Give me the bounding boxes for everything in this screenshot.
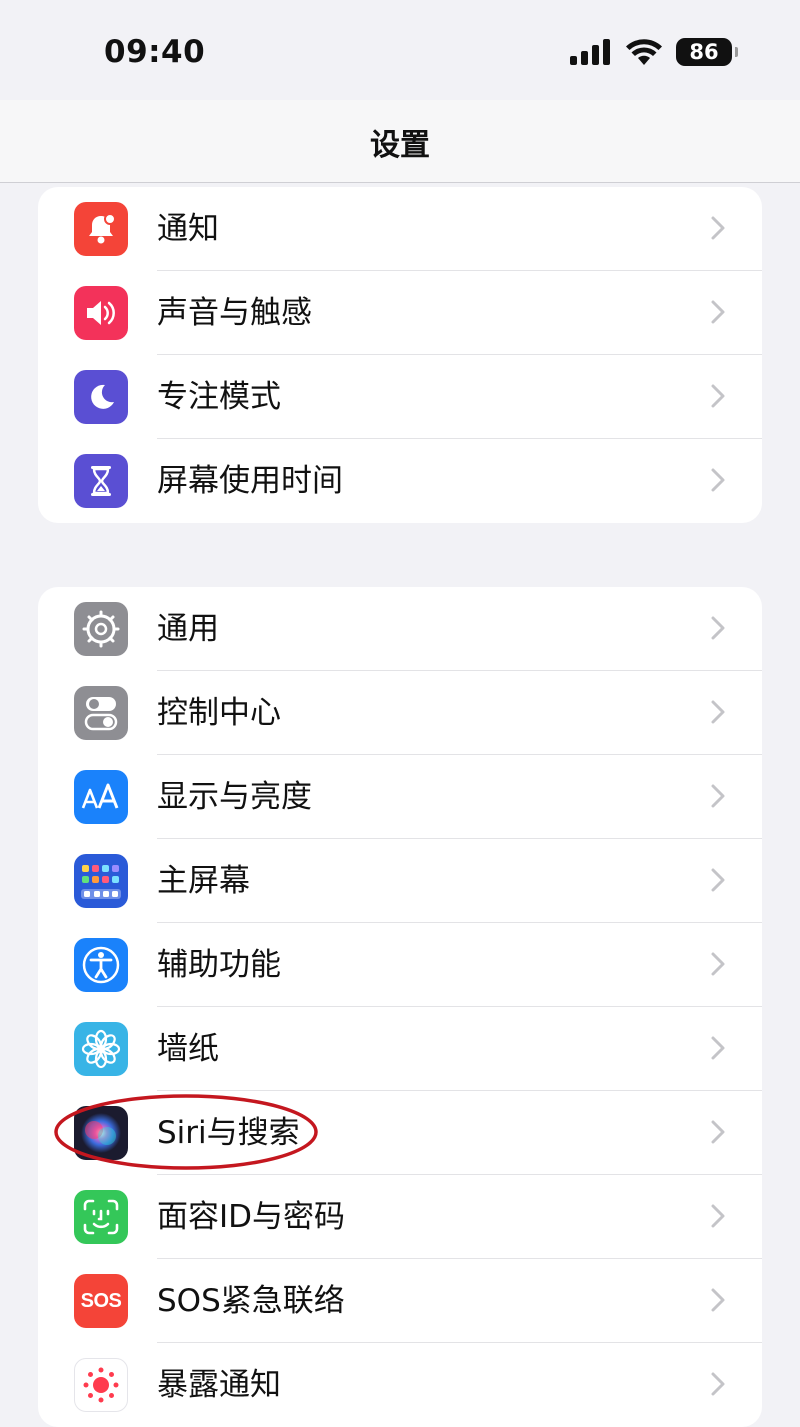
settings-row-wallpaper[interactable]: 墙纸 — [38, 1007, 762, 1091]
settings-row-label: Siri与搜索 — [157, 1115, 300, 1151]
settings-row-siri[interactable]: Siri与搜索 — [38, 1091, 762, 1175]
settings-row-label: SOS紧急联络 — [157, 1283, 345, 1319]
chevron-right-icon — [711, 300, 725, 324]
face-id-icon — [74, 1190, 128, 1244]
settings-row-label: 辅助功能 — [157, 947, 281, 983]
accessibility-icon — [74, 938, 128, 992]
chevron-right-icon — [711, 616, 725, 640]
wallpaper-flower-icon — [74, 1022, 128, 1076]
chevron-right-icon — [711, 1036, 725, 1060]
chevron-right-icon — [711, 1204, 725, 1228]
chevron-right-icon — [711, 700, 725, 724]
settings-row-label: 通知 — [157, 211, 219, 247]
text-size-icon — [74, 770, 128, 824]
settings-row-label: 屏幕使用时间 — [157, 463, 343, 499]
status-time: 09:40 — [104, 34, 206, 70]
settings-row-emergency-sos[interactable]: SOS SOS紧急联络 — [38, 1259, 762, 1343]
settings-row-display[interactable]: 显示与亮度 — [38, 755, 762, 839]
settings-row-label: 显示与亮度 — [157, 779, 312, 815]
hourglass-icon — [74, 454, 128, 508]
battery-level: 86 — [689, 40, 719, 64]
chevron-right-icon — [711, 1120, 725, 1144]
settings-row-label: 主屏幕 — [157, 863, 250, 899]
chevron-right-icon — [711, 468, 725, 492]
toggles-icon — [74, 686, 128, 740]
moon-icon — [74, 370, 128, 424]
settings-row-label: 声音与触感 — [157, 295, 312, 331]
settings-row-focus[interactable]: 专注模式 — [38, 355, 762, 439]
settings-group-1: 通知 声音与触感 专注模式 屏幕使用时间 — [38, 187, 762, 523]
settings-row-label: 控制中心 — [157, 695, 281, 731]
exposure-icon — [74, 1358, 128, 1412]
cellular-signal-icon — [570, 39, 610, 65]
settings-row-label: 暴露通知 — [157, 1367, 281, 1403]
sound-icon — [74, 286, 128, 340]
settings-row-label: 面容ID与密码 — [157, 1199, 346, 1235]
settings-row-home-screen[interactable]: 主屏幕 — [38, 839, 762, 923]
gear-icon — [74, 602, 128, 656]
chevron-right-icon — [711, 1372, 725, 1396]
settings-row-label: 墙纸 — [157, 1031, 219, 1067]
home-screen-icon — [74, 854, 128, 908]
settings-row-label: 专注模式 — [157, 379, 281, 415]
settings-row-accessibility[interactable]: 辅助功能 — [38, 923, 762, 1007]
navigation-bar: 设置 — [0, 100, 800, 183]
chevron-right-icon — [711, 1288, 725, 1312]
settings-row-exposure[interactable]: 暴露通知 — [38, 1343, 762, 1427]
sos-icon: SOS — [74, 1274, 128, 1328]
chevron-right-icon — [711, 216, 725, 240]
settings-row-control-center[interactable]: 控制中心 — [38, 671, 762, 755]
settings-row-screen-time[interactable]: 屏幕使用时间 — [38, 439, 762, 523]
settings-row-face-id[interactable]: 面容ID与密码 — [38, 1175, 762, 1259]
chevron-right-icon — [711, 868, 725, 892]
sos-icon-text: SOS — [80, 1289, 122, 1312]
chevron-right-icon — [711, 952, 725, 976]
siri-icon — [74, 1106, 128, 1160]
settings-group-2: 通用 控制中心 显示与亮度 主屏幕 辅助功能 墙纸 Siri与搜索 面容ID与密… — [38, 587, 762, 1427]
battery-indicator: 86 — [676, 38, 738, 66]
settings-row-notifications[interactable]: 通知 — [38, 187, 762, 271]
chevron-right-icon — [711, 384, 725, 408]
settings-row-general[interactable]: 通用 — [38, 587, 762, 671]
status-icons: 86 — [570, 38, 738, 66]
settings-row-label: 通用 — [157, 611, 219, 647]
chevron-right-icon — [711, 784, 725, 808]
page-title: 设置 — [370, 128, 430, 163]
settings-row-sound[interactable]: 声音与触感 — [38, 271, 762, 355]
wifi-icon — [626, 39, 662, 65]
status-bar: 09:40 86 — [0, 0, 800, 100]
notifications-icon — [74, 202, 128, 256]
